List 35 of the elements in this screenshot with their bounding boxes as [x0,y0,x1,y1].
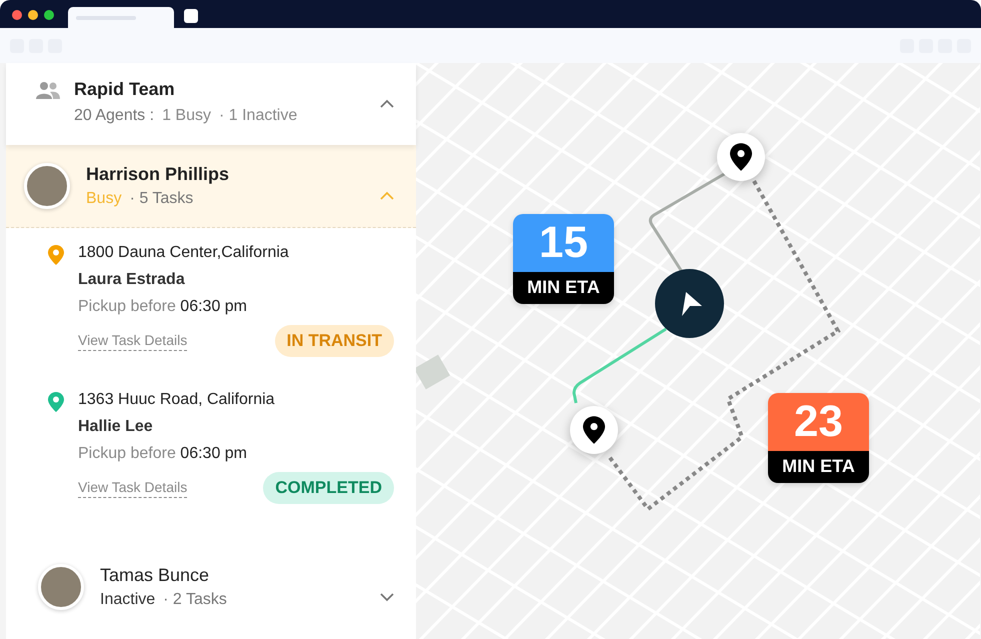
eta-minutes: 23 [768,393,869,451]
new-tab-button[interactable] [184,9,198,23]
inactive-count: · 1 Inactive [218,107,298,125]
team-name: Rapid Team [74,79,176,100]
group-icon [36,81,60,99]
agent-row[interactable]: Harrison Phillips Busy · 5 Tasks [6,145,416,228]
eta-minutes: 15 [513,214,614,272]
agent-status: Busy [86,190,122,208]
close-window-icon[interactable] [12,10,22,20]
agent-name: Harrison Phillips [86,164,230,185]
task-address: 1800 Dauna Center,California [78,244,290,262]
location-pin-icon [730,143,752,171]
agent-name: Tamas Bunce [100,565,210,586]
location-pin-icon [583,416,605,444]
pickup-time: Pickup before 06:30 pm [78,445,248,463]
maximize-window-icon[interactable] [44,10,54,20]
task-count: · 2 Tasks [163,591,227,609]
agent-count: 20 Agents : [74,107,154,125]
eta-label: MIN ETA [768,451,869,483]
pickup-time: Pickup before 06:30 pm [78,298,248,316]
eta-label: MIN ETA [513,272,614,304]
customer-name: Hallie Lee [78,418,154,436]
minimize-window-icon[interactable] [28,10,38,20]
status-badge: IN TRANSIT [274,325,394,357]
avatar-placeholder [38,564,84,610]
task-count: · 5 Tasks [130,190,194,208]
customer-name: Laura Estrada [78,271,186,289]
chevron-down-icon[interactable] [380,592,394,602]
status-badge: COMPLETED [263,472,394,504]
avatar-placeholder [24,163,70,209]
task-address: 1363 Huuc Road, California [78,391,276,409]
agent-status: Inactive [100,591,156,609]
team-header[interactable]: Rapid Team 20 Agents : 1 Busy · 1 Inactive [6,63,416,145]
chevron-up-icon[interactable] [380,99,394,109]
busy-count: 1 Busy [162,107,211,125]
